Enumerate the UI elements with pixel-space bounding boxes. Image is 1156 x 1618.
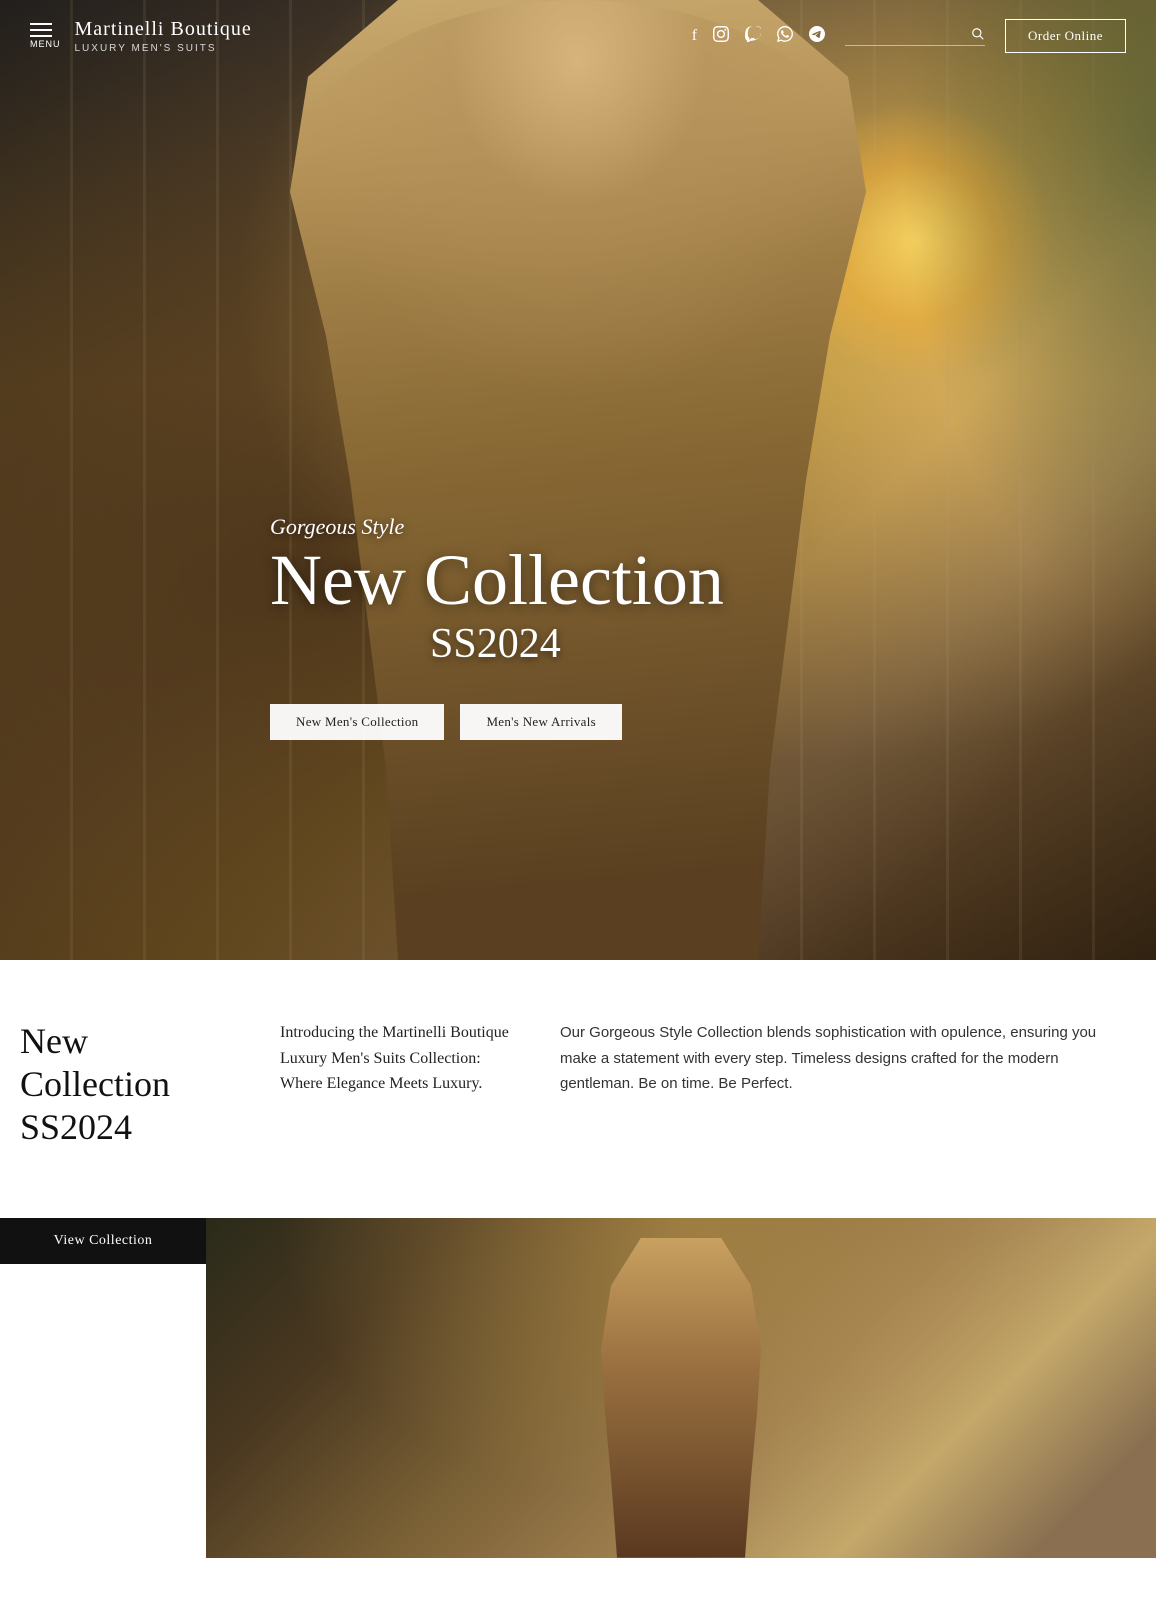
second-man-figure: [581, 1238, 781, 1558]
search-input[interactable]: [845, 27, 965, 41]
hero-content: Gorgeous Style New Collection SS2024 New…: [270, 514, 724, 740]
info-title-line2: SS2024: [20, 1107, 132, 1147]
telegram-icon[interactable]: [809, 26, 825, 47]
nav-left: MENU Martinelli Boutique Luxury Men's Su…: [30, 18, 252, 54]
search-bar: [845, 27, 985, 46]
menu-button[interactable]: MENU: [30, 23, 61, 49]
view-collection-button[interactable]: View Collection: [0, 1218, 206, 1264]
info-title: New Collection SS2024: [20, 1020, 240, 1150]
brand: Martinelli Boutique Luxury Men's Suits: [75, 18, 252, 54]
social-icons: f: [692, 26, 825, 47]
hero-title: New Collection: [270, 544, 724, 616]
info-section: New Collection SS2024 Introducing the Ma…: [0, 960, 1156, 1218]
nav-right: f Order Online: [692, 19, 1126, 53]
search-icon[interactable]: [971, 27, 985, 41]
mens-new-arrivals-button[interactable]: Men's New Arrivals: [460, 704, 622, 740]
info-title-line1: New Collection: [20, 1021, 170, 1104]
new-mens-collection-button[interactable]: New Men's Collection: [270, 704, 444, 740]
hero-subtitle: Gorgeous Style: [270, 514, 724, 540]
whatsapp-icon[interactable]: [777, 26, 793, 47]
order-online-button[interactable]: Order Online: [1005, 19, 1126, 53]
facebook-icon[interactable]: f: [692, 27, 697, 45]
hero-buttons: New Men's Collection Men's New Arrivals: [270, 704, 724, 740]
viber-icon[interactable]: [745, 26, 761, 47]
info-col2-text: Introducing the Martinelli Boutique Luxu…: [280, 1020, 520, 1097]
navbar: MENU Martinelli Boutique Luxury Men's Su…: [0, 0, 1156, 72]
info-col-1: New Collection SS2024: [0, 1020, 240, 1158]
info-col-2: Introducing the Martinelli Boutique Luxu…: [240, 1020, 520, 1097]
brand-tagline: Luxury Men's Suits: [75, 43, 252, 54]
brand-name: Martinelli Boutique: [75, 18, 252, 40]
hero-year: SS2024: [430, 620, 724, 668]
instagram-icon[interactable]: [713, 26, 729, 47]
second-image: [206, 1218, 1156, 1558]
second-section: View Collection: [0, 1218, 1156, 1618]
palm-decoration: [856, 0, 1156, 700]
info-col3-text: Our Gorgeous Style Collection blends sop…: [560, 1020, 1116, 1097]
info-col-3: Our Gorgeous Style Collection blends sop…: [520, 1020, 1156, 1097]
hamburger-icon: [30, 23, 61, 37]
menu-label: MENU: [30, 39, 61, 49]
hero-section: MENU Martinelli Boutique Luxury Men's Su…: [0, 0, 1156, 960]
